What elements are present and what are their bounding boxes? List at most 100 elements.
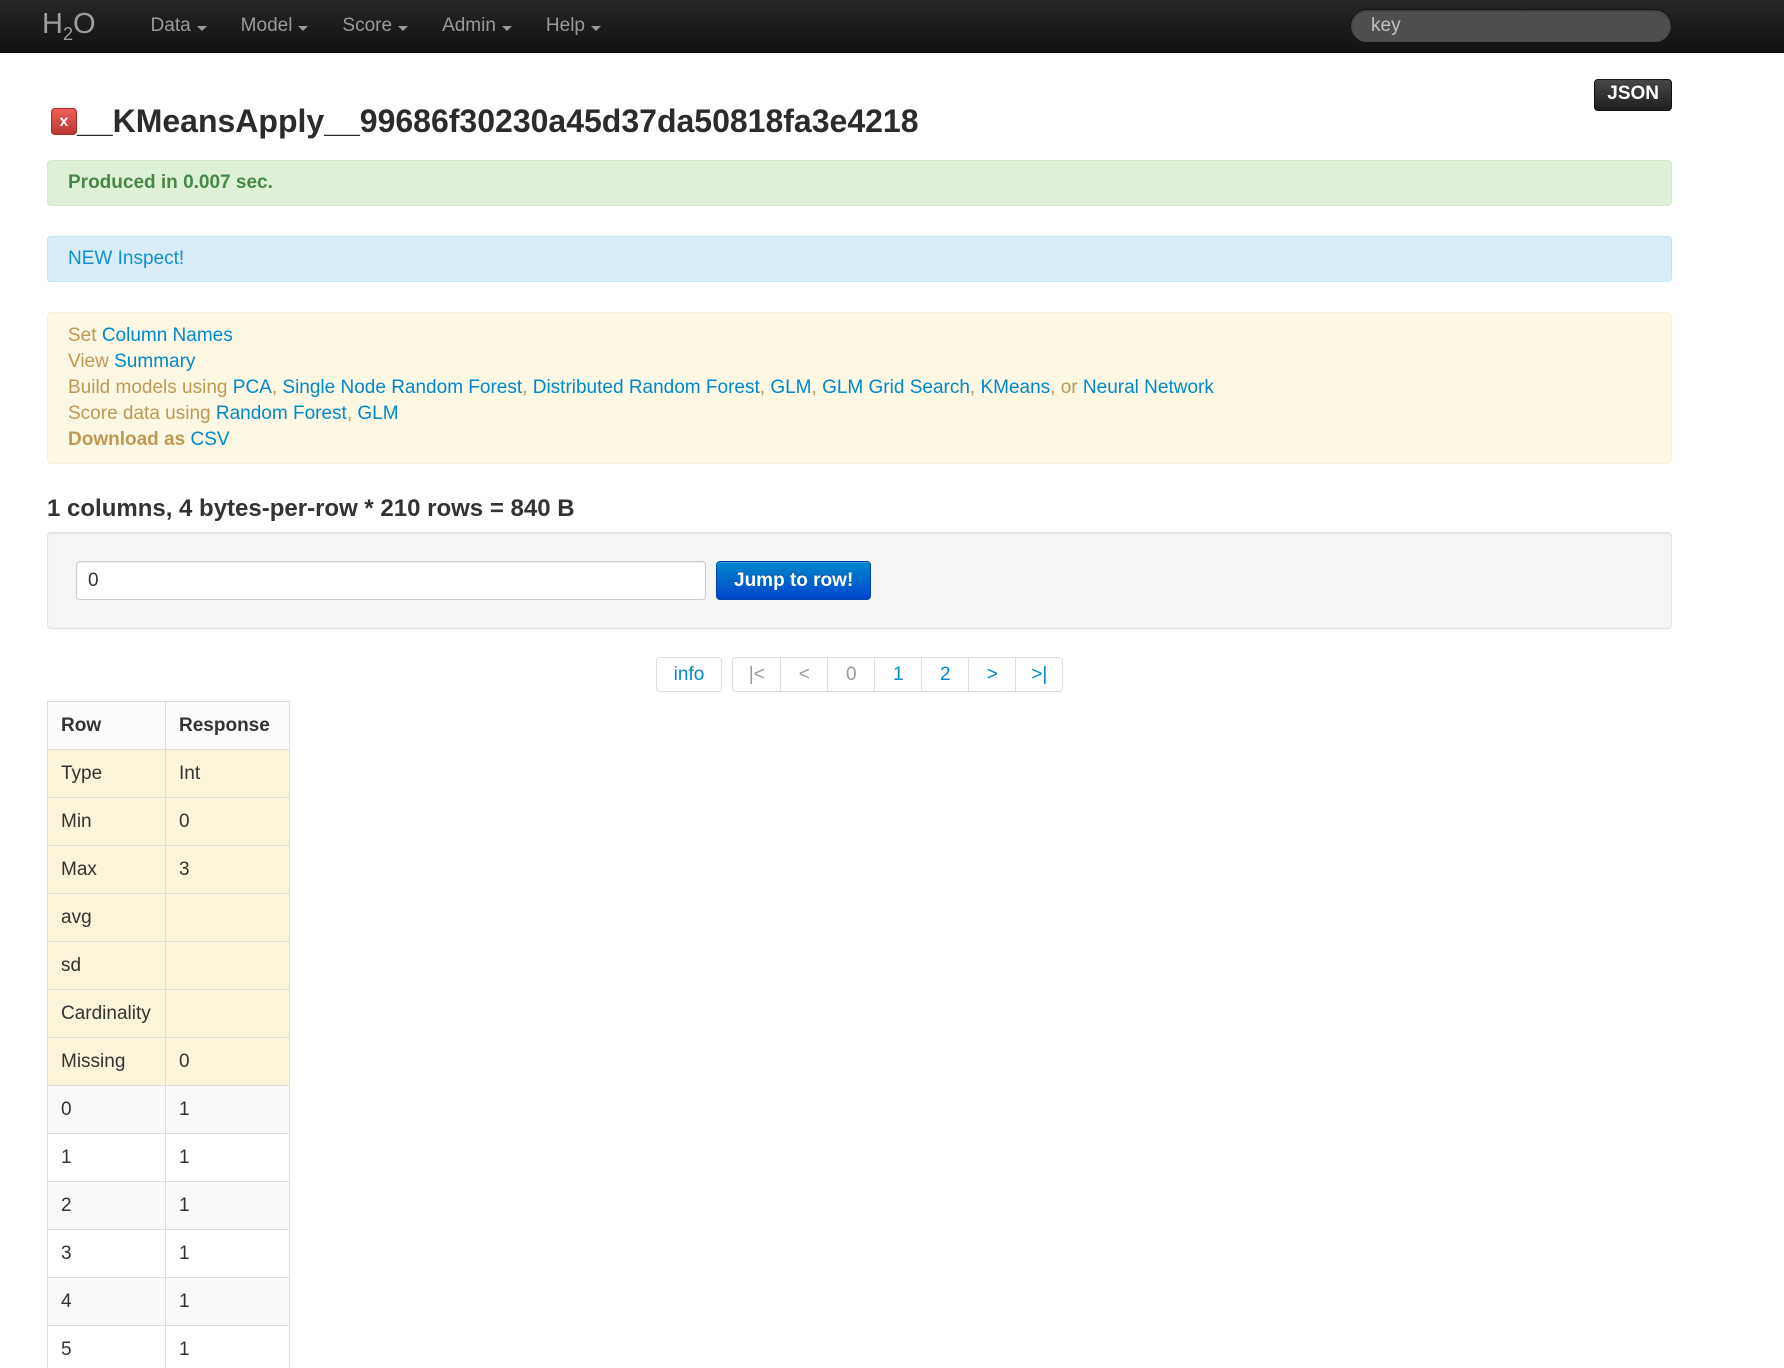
summary-row: avg: [48, 894, 290, 942]
action-text: Score data using: [68, 403, 216, 424]
table-cell: [166, 942, 290, 990]
table-cell: 0: [166, 798, 290, 846]
data-row: 31: [48, 1230, 290, 1278]
caret-down-icon: [298, 26, 308, 31]
action-text: Build models using: [68, 377, 233, 398]
table-cell: [166, 990, 290, 1038]
json-button[interactable]: JSON: [1594, 79, 1672, 111]
page-group: |<<012>>|: [732, 657, 1063, 692]
pagination-next-page[interactable]: >: [968, 658, 1015, 691]
pagination-first-page: |<: [733, 658, 780, 691]
table-cell: sd: [48, 942, 166, 990]
nav-menu-data[interactable]: Data: [134, 0, 224, 52]
table-cell: 1: [166, 1086, 290, 1134]
navbar-menus: Data Model Score Admin Help: [134, 0, 618, 52]
table-cell: 1: [166, 1182, 290, 1230]
nav-menu-label: Score: [342, 15, 392, 37]
pagination: info |<<012>>|: [47, 657, 1672, 692]
action-line: View Summary: [68, 349, 1651, 375]
table-cell: [166, 894, 290, 942]
data-row: 01: [48, 1086, 290, 1134]
pagination-page-2[interactable]: 2: [921, 658, 968, 691]
action-link[interactable]: CSV: [190, 429, 229, 450]
table-cell: Cardinality: [48, 990, 166, 1038]
table-cell: 5: [48, 1326, 166, 1368]
action-link[interactable]: GLM: [770, 377, 811, 398]
jump-to-row-button[interactable]: Jump to row!: [716, 561, 871, 600]
action-text: ,: [970, 377, 981, 398]
data-row: 41: [48, 1278, 290, 1326]
action-link[interactable]: Single Node Random Forest: [282, 377, 522, 398]
action-text: Download as: [68, 429, 190, 450]
brand-2: 2: [63, 23, 73, 43]
action-link[interactable]: Random Forest: [216, 403, 347, 424]
page-header: JSON x __KMeansApply__99686f30230a45d37d…: [47, 53, 1672, 143]
table-cell: 0: [48, 1086, 166, 1134]
action-line: Score data using Random Forest, GLM: [68, 401, 1651, 427]
table-cell: 0: [166, 1038, 290, 1086]
action-line: Build models using PCA, Single Node Rand…: [68, 375, 1651, 401]
table-cell: Missing: [48, 1038, 166, 1086]
action-line: Set Column Names: [68, 323, 1651, 349]
table-cell: Min: [48, 798, 166, 846]
pagination-page-1[interactable]: 1: [874, 658, 921, 691]
action-link[interactable]: GLM: [357, 403, 398, 424]
nav-menu-admin[interactable]: Admin: [425, 0, 529, 52]
table-column-header: Response: [166, 702, 290, 750]
data-row: 51: [48, 1326, 290, 1368]
nav-menu-help[interactable]: Help: [529, 0, 618, 52]
search-input[interactable]: [1350, 9, 1672, 43]
table-cell: Int: [166, 750, 290, 798]
summary-row: sd: [48, 942, 290, 990]
action-text: Set: [68, 325, 102, 346]
brand-h: H: [42, 8, 63, 40]
actions-panel: Set Column NamesView SummaryBuild models…: [47, 312, 1672, 464]
summary-row: TypeInt: [48, 750, 290, 798]
summary-row: Min0: [48, 798, 290, 846]
title-line: x __KMeansApply__99686f30230a45d37da5081…: [51, 103, 919, 140]
action-line: Download as CSV: [68, 427, 1651, 453]
action-link[interactable]: KMeans: [980, 377, 1050, 398]
table-cell: 1: [48, 1134, 166, 1182]
caret-down-icon: [197, 26, 207, 31]
caret-down-icon: [591, 26, 601, 31]
nav-menu-label: Data: [151, 15, 191, 37]
action-link[interactable]: PCA: [233, 377, 272, 398]
inspect-alert: NEW Inspect!: [47, 236, 1672, 282]
action-link[interactable]: Column Names: [102, 325, 233, 346]
h2o-logo[interactable]: H2O: [42, 8, 96, 45]
pagination-last-page[interactable]: >|: [1015, 658, 1062, 691]
close-button[interactable]: x: [51, 108, 77, 135]
table-cell: Max: [48, 846, 166, 894]
action-text: ,: [812, 377, 823, 398]
nav-menu-label: Help: [546, 15, 585, 37]
nav-menu-label: Admin: [442, 15, 496, 37]
action-link[interactable]: Neural Network: [1083, 377, 1214, 398]
action-link[interactable]: Summary: [114, 351, 195, 372]
action-link[interactable]: Distributed Random Forest: [533, 377, 760, 398]
page-title: __KMeansApply__99686f30230a45d37da50818f…: [77, 103, 919, 140]
caret-down-icon: [398, 26, 408, 31]
table-cell: 1: [166, 1326, 290, 1368]
data-row: 11: [48, 1134, 290, 1182]
nav-menu-model[interactable]: Model: [224, 0, 326, 52]
new-inspect-link[interactable]: NEW Inspect!: [68, 248, 184, 269]
table-cell: 3: [48, 1230, 166, 1278]
produced-alert-text: Produced in 0.007 sec.: [68, 172, 273, 193]
action-text: View: [68, 351, 114, 372]
produced-alert: Produced in 0.007 sec.: [47, 160, 1672, 206]
table-cell: 4: [48, 1278, 166, 1326]
info-button[interactable]: info: [656, 657, 723, 692]
action-link[interactable]: GLM Grid Search: [822, 377, 970, 398]
nav-menu-score[interactable]: Score: [325, 0, 425, 52]
table-cell: 1: [166, 1134, 290, 1182]
data-row: 21: [48, 1182, 290, 1230]
pagination-prev-page: <: [780, 658, 827, 691]
navbar: H2O Data Model Score Admin Help: [0, 0, 1784, 53]
action-text: ,: [760, 377, 771, 398]
summary-row: Missing0: [48, 1038, 290, 1086]
row-number-input[interactable]: [76, 561, 706, 600]
action-text: ,: [272, 377, 283, 398]
action-text: , or: [1050, 377, 1083, 398]
table-cell: 1: [166, 1230, 290, 1278]
